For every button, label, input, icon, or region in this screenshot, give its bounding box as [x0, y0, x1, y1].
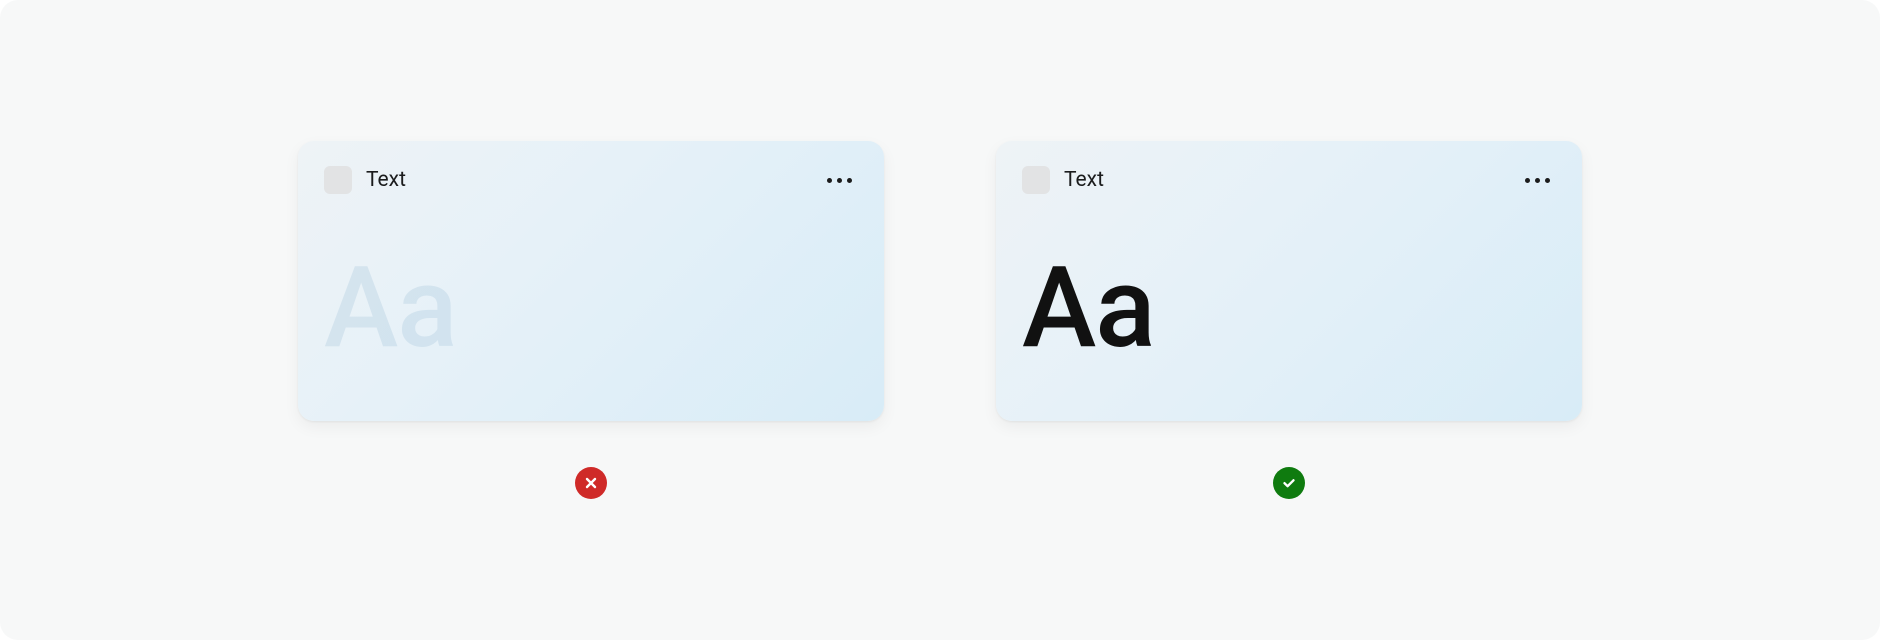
- card-title: Text: [1064, 168, 1104, 192]
- swatch-icon: [1022, 166, 1050, 194]
- card-body: Aa: [1022, 197, 1556, 421]
- card-body: Aa: [324, 197, 858, 421]
- example-pass: Text Aa: [996, 141, 1582, 499]
- type-sample-high-contrast: Aa: [1022, 253, 1155, 365]
- check-icon: [1281, 475, 1297, 491]
- card-header-left: Text: [324, 166, 406, 194]
- comparison-canvas: Text Aa Text: [0, 0, 1880, 640]
- example-fail: Text Aa: [298, 141, 884, 499]
- card-title: Text: [366, 168, 406, 192]
- x-icon: [584, 476, 598, 490]
- more-dots-icon: [827, 178, 832, 183]
- more-dots-icon: [847, 178, 852, 183]
- more-options-button[interactable]: [1519, 172, 1556, 189]
- more-dots-icon: [1535, 178, 1540, 183]
- card-header: Text: [1022, 163, 1556, 197]
- card-header: Text: [324, 163, 858, 197]
- more-dots-icon: [837, 178, 842, 183]
- card-header-left: Text: [1022, 166, 1104, 194]
- swatch-icon: [324, 166, 352, 194]
- status-badge-pass: [1273, 467, 1305, 499]
- text-card-pass: Text Aa: [996, 141, 1582, 421]
- type-sample-low-contrast: Aa: [324, 253, 457, 365]
- text-card-fail: Text Aa: [298, 141, 884, 421]
- status-badge-fail: [575, 467, 607, 499]
- more-dots-icon: [1545, 178, 1550, 183]
- more-options-button[interactable]: [821, 172, 858, 189]
- more-dots-icon: [1525, 178, 1530, 183]
